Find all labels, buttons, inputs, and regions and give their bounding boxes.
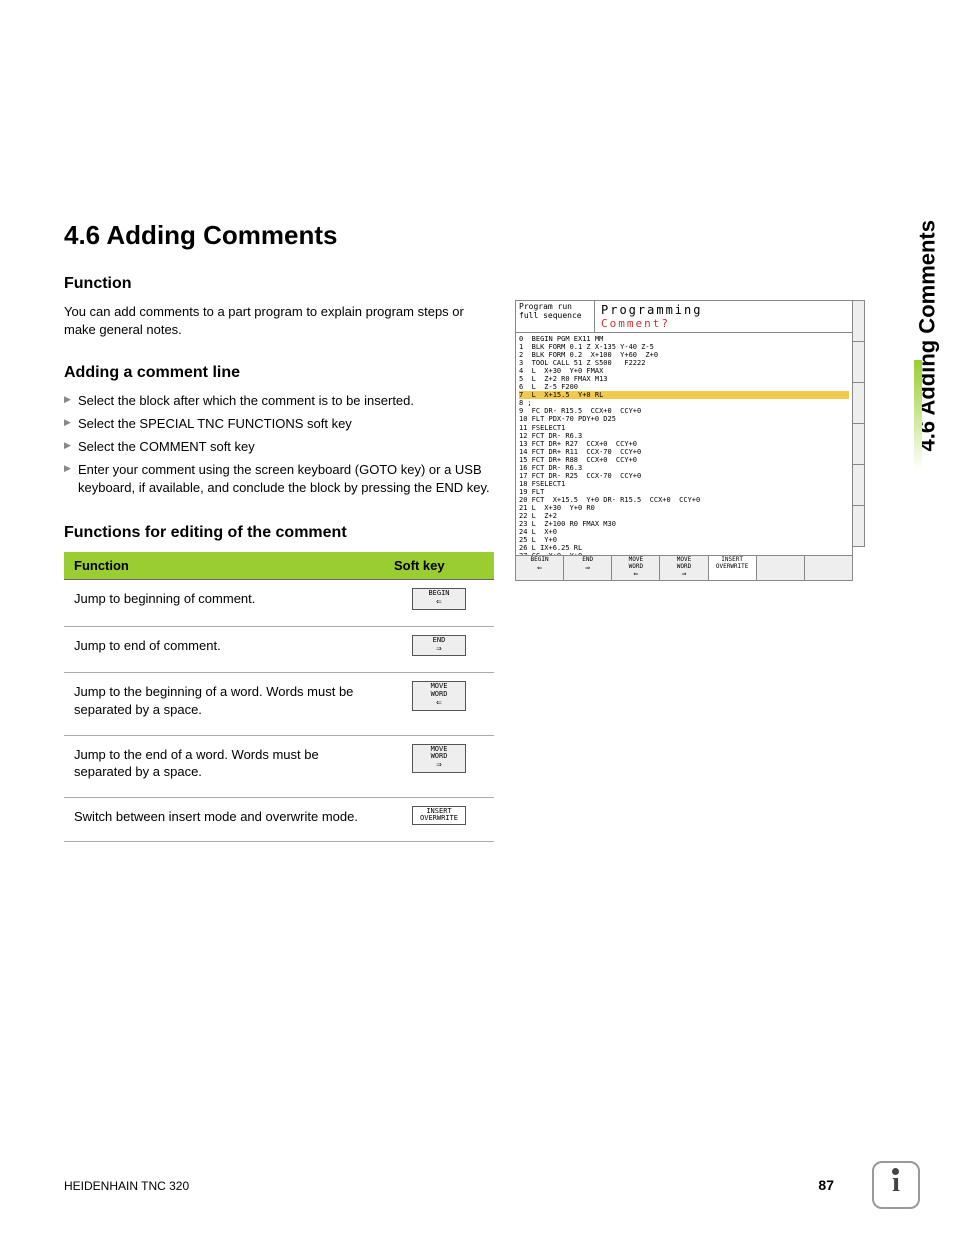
softkey-icon[interactable]: MOVEWORD⇒ — [412, 744, 466, 773]
screenshot-softkey[interactable]: END⇒ — [564, 556, 612, 580]
function-desc: Jump to beginning of comment. — [64, 580, 384, 627]
step-item: Select the COMMENT soft key — [64, 438, 494, 457]
softkey-cell: MOVEWORD⇐ — [384, 673, 494, 735]
function-desc: Jump to the beginning of a word. Words m… — [64, 673, 384, 735]
side-accent-bar — [914, 360, 922, 470]
screenshot-header: Program run full sequence Programming Co… — [515, 300, 853, 333]
steps-list: Select the block after which the comment… — [64, 392, 494, 498]
step-item: Enter your comment using the screen keyb… — [64, 461, 494, 499]
col-softkey: Soft key — [384, 552, 494, 580]
col-function: Function — [64, 552, 384, 580]
function-desc: Switch between insert mode and overwrite… — [64, 797, 384, 842]
screenshot-softkey[interactable]: MOVEWORD⇐ — [612, 556, 660, 580]
softkey-cell: BEGIN⇐ — [384, 580, 494, 627]
softkey-icon[interactable]: INSERTOVERWRITE — [412, 806, 466, 825]
footer-page-number: 87 — [818, 1177, 834, 1193]
functions-table: Function Soft key Jump to beginning of c… — [64, 552, 494, 842]
step-item: Select the SPECIAL TNC FUNCTIONS soft ke… — [64, 415, 494, 434]
footer-model: HEIDENHAIN TNC 320 — [64, 1179, 189, 1193]
heading-function: Function — [64, 275, 494, 293]
mode-label: Program run full sequence — [516, 301, 595, 332]
heading-adding: Adding a comment line — [64, 364, 494, 382]
screenshot-softkey-row: BEGIN⇐END⇒MOVEWORD⇐MOVEWORD⇒INSERTOVERWR… — [515, 556, 853, 581]
screenshot-panel: Program run full sequence Programming Co… — [515, 300, 853, 586]
screenshot-softkey[interactable]: BEGIN⇐ — [516, 556, 564, 580]
step-item: Select the block after which the comment… — [64, 392, 494, 411]
screenshot-softkey[interactable]: MOVEWORD⇒ — [660, 556, 708, 580]
softkey-cell: INSERTOVERWRITE — [384, 797, 494, 842]
softkey-icon[interactable]: MOVEWORD⇐ — [412, 681, 466, 710]
section-title: 4.6 Adding Comments — [64, 220, 844, 251]
softkey-icon[interactable]: BEGIN⇐ — [412, 588, 466, 610]
softkey-icon[interactable]: END⇒ — [412, 635, 466, 657]
softkey-cell: END⇒ — [384, 626, 494, 673]
function-desc: Jump to the end of a word. Words must be… — [64, 735, 384, 797]
highlighted-line: 7 L X+15.5 Y+0 RL — [519, 391, 849, 399]
screenshot-softkey[interactable]: INSERTOVERWRITE — [709, 556, 757, 580]
intro-text: You can add comments to a part program t… — [64, 303, 484, 338]
info-icon: ı — [872, 1161, 920, 1209]
heading-editing: Functions for editing of the comment — [64, 524, 494, 542]
screenshot-softkey[interactable] — [757, 556, 805, 580]
screenshot-sidebar — [853, 300, 865, 546]
screenshot-softkey[interactable] — [805, 556, 852, 580]
prompt-label: Comment? — [601, 317, 846, 330]
function-desc: Jump to end of comment. — [64, 626, 384, 673]
softkey-cell: MOVEWORD⇒ — [384, 735, 494, 797]
status-title: Programming Comment? — [595, 301, 852, 332]
code-listing: 0 BEGIN PGM EX11 MM 1 BLK FORM 0.1 Z X-1… — [515, 333, 853, 556]
